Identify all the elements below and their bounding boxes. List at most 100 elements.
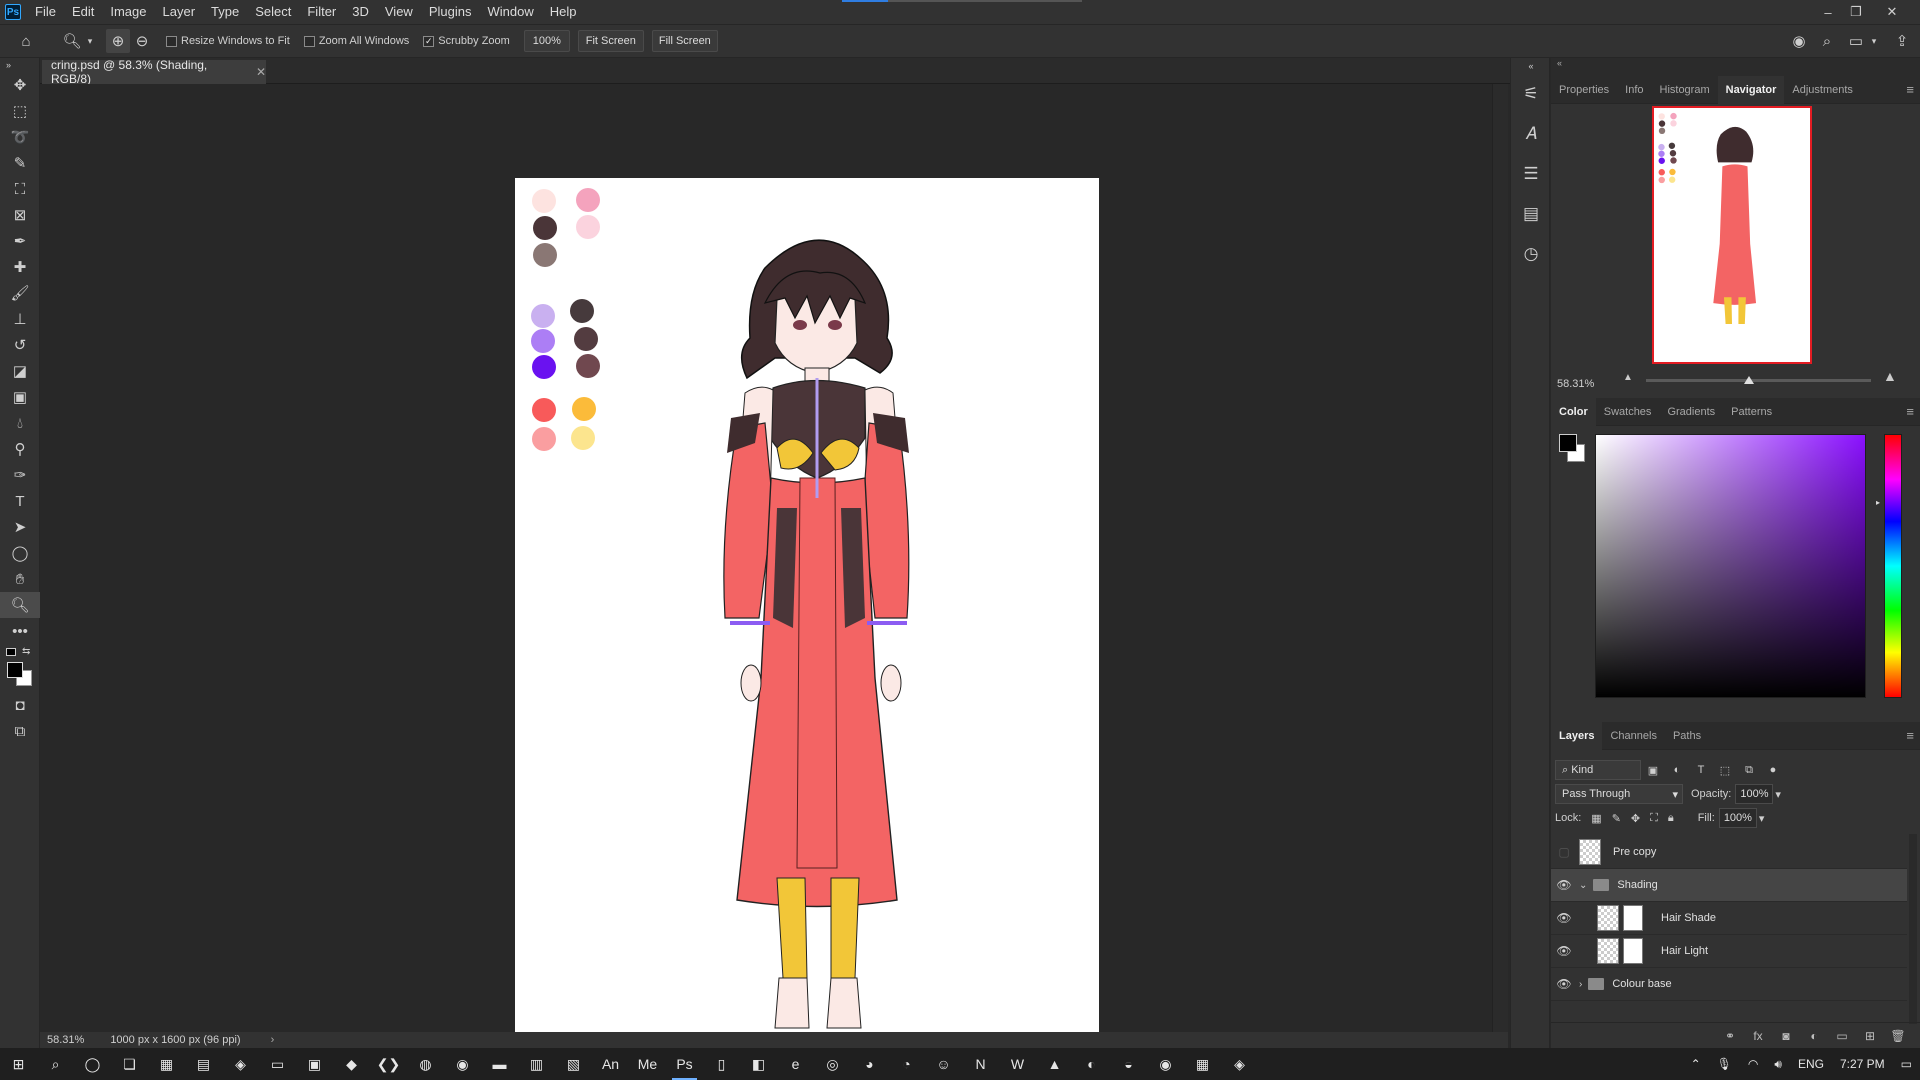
menu-plugins[interactable]: Plugins xyxy=(421,0,480,24)
menu-3d[interactable]: 3D xyxy=(344,0,377,24)
status-menu-arrow-icon[interactable]: › xyxy=(271,1034,275,1046)
menu-edit[interactable]: Edit xyxy=(64,0,102,24)
zoom-tool-icon[interactable]: 🔍︎ xyxy=(0,592,40,618)
tab-gradients[interactable]: Gradients xyxy=(1659,398,1723,426)
dodge-tool-icon[interactable]: ⚲ xyxy=(0,436,40,462)
layer-row[interactable]: ▢ Pre copy xyxy=(1551,836,1907,869)
calendar-icon[interactable]: ▦ xyxy=(1184,1048,1221,1080)
clone-stamp-tool-icon[interactable]: ⊥ xyxy=(0,306,40,332)
tab-navigator[interactable]: Navigator xyxy=(1717,75,1785,104)
app-icon[interactable]: ◧ xyxy=(740,1048,777,1080)
app-icon[interactable]: ▧ xyxy=(555,1048,592,1080)
layer-row[interactable]: 👁︎ › Colour base xyxy=(1551,968,1907,1001)
clock[interactable]: 7:27 PM xyxy=(1832,1057,1893,1071)
cortana-icon[interactable]: ◯ xyxy=(74,1048,111,1080)
zoom-in-icon[interactable]: ⊕ xyxy=(106,29,130,53)
eye-icon[interactable]: 👁︎ xyxy=(1551,911,1577,925)
app-icon[interactable]: ▲ xyxy=(1036,1048,1073,1080)
app-icon[interactable]: ▥ xyxy=(518,1048,555,1080)
brush-tool-icon[interactable]: 🖌︎ xyxy=(0,280,40,306)
terminal-icon[interactable]: ▭ xyxy=(259,1048,296,1080)
move-tool-icon[interactable]: ✥ xyxy=(0,72,40,98)
app-icon[interactable]: ◉ xyxy=(1147,1048,1184,1080)
frame-tool-icon[interactable]: ⊠ xyxy=(0,202,40,228)
eye-icon[interactable]: 👁︎ xyxy=(1551,977,1577,991)
panel-menu-icon[interactable]: ≡ xyxy=(1906,76,1914,104)
app-icon[interactable]: ▦ xyxy=(148,1048,185,1080)
filter-smart-object-icon[interactable]: ⧉ xyxy=(1737,760,1761,780)
zoom-level-field[interactable]: 58.31% xyxy=(47,1034,84,1046)
app-icon[interactable]: ▤ xyxy=(185,1048,222,1080)
zoom-in-large-icon[interactable]: ▲ xyxy=(1883,368,1897,384)
edge-icon[interactable]: ◔ xyxy=(888,1048,925,1080)
tab-color[interactable]: Color xyxy=(1551,397,1596,426)
discord-icon[interactable]: ☺ xyxy=(925,1048,962,1080)
fill-screen-button[interactable]: Fill Screen xyxy=(651,30,718,52)
eye-icon[interactable]: 👁︎ xyxy=(1551,944,1577,958)
swap-colors-icon[interactable]: ⇆ xyxy=(22,646,30,657)
more-tools-icon[interactable]: ••• xyxy=(0,618,40,644)
tab-info[interactable]: Info xyxy=(1617,76,1651,104)
quick-selection-tool-icon[interactable]: ✎ xyxy=(0,150,40,176)
resize-windows-checkbox[interactable]: Resize Windows to Fit xyxy=(166,35,290,47)
blend-mode-select[interactable]: Pass Through ▾ xyxy=(1555,784,1683,804)
panel-menu-icon[interactable]: ≡ xyxy=(1906,398,1914,426)
eye-icon[interactable]: 👁︎ xyxy=(1551,878,1577,892)
type-tool-icon[interactable]: T xyxy=(0,488,40,514)
foreground-color-swatch[interactable] xyxy=(1559,434,1577,452)
filter-pixel-icon[interactable]: ▣ xyxy=(1641,760,1665,780)
menu-view[interactable]: View xyxy=(377,0,421,24)
navigator-preview[interactable] xyxy=(1652,106,1812,364)
collapse-toolbar-icon[interactable]: » xyxy=(0,58,40,72)
chevron-down-icon[interactable]: ▾ xyxy=(1775,788,1781,801)
chevron-down-icon[interactable]: ⌄ xyxy=(1579,880,1587,891)
tab-channels[interactable]: Channels xyxy=(1602,722,1664,750)
color-swatches-tool[interactable]: ⇆ xyxy=(0,644,39,692)
add-mask-icon[interactable]: ◙ xyxy=(1772,1029,1800,1043)
app-icon[interactable]: ◐ xyxy=(1073,1048,1110,1080)
word-icon[interactable]: W xyxy=(999,1048,1036,1080)
github-icon[interactable]: ◍ xyxy=(407,1048,444,1080)
chevron-down-icon[interactable]: ▾ xyxy=(1759,812,1765,825)
restore-icon[interactable]: ❐ xyxy=(1842,0,1870,24)
notepad-icon[interactable]: ▯ xyxy=(703,1048,740,1080)
canvas-area[interactable] xyxy=(40,84,1492,1080)
collapse-panels-icon[interactable]: « xyxy=(1511,58,1551,74)
close-tab-icon[interactable]: ✕ xyxy=(256,65,266,79)
lock-position-icon[interactable]: ✥ xyxy=(1631,812,1640,825)
firefox-icon[interactable]: ◕ xyxy=(851,1048,888,1080)
tab-patterns[interactable]: Patterns xyxy=(1723,398,1780,426)
share-icon[interactable]: ⇪ xyxy=(1890,29,1914,53)
marquee-tool-icon[interactable]: ⬚ xyxy=(0,98,40,124)
tab-adjustments[interactable]: Adjustments xyxy=(1784,76,1861,104)
layer-comps-icon[interactable]: ☰ xyxy=(1511,154,1551,194)
tab-properties[interactable]: Properties xyxy=(1551,76,1617,104)
blur-tool-icon[interactable]: 💧︎ xyxy=(0,410,40,436)
ellipse-tool-icon[interactable]: ◯ xyxy=(0,540,40,566)
scrubby-zoom-checkbox[interactable]: ✓ Scrubby Zoom xyxy=(423,35,510,47)
menu-type[interactable]: Type xyxy=(203,0,247,24)
delete-layer-icon[interactable]: 🗑︎ xyxy=(1884,1029,1912,1043)
minimize-icon[interactable]: – xyxy=(1814,0,1842,24)
volume-icon[interactable]: 🔊︎ xyxy=(1766,1057,1790,1072)
brush-settings-icon[interactable]: ⚟ xyxy=(1511,74,1551,114)
search-icon[interactable]: ⌕ xyxy=(37,1048,74,1080)
filter-adjustment-icon[interactable]: ◐ xyxy=(1665,760,1689,780)
photoshop-logo-icon[interactable]: Ps xyxy=(5,4,21,20)
search-icon[interactable]: ⌕ xyxy=(1815,29,1839,53)
layer-row[interactable]: 👁︎ Hair Light xyxy=(1551,935,1907,968)
filter-type-icon[interactable]: T xyxy=(1689,760,1713,780)
lock-transparent-icon[interactable]: ▦ xyxy=(1591,812,1601,825)
workspace-icon[interactable]: ▭ xyxy=(1844,29,1868,53)
history-brush-tool-icon[interactable]: ↺ xyxy=(0,332,40,358)
lock-all-icon[interactable]: 🔒︎ xyxy=(1668,812,1674,825)
tab-paths[interactable]: Paths xyxy=(1665,722,1709,750)
zoom-tool-preset-icon[interactable]: 🔍︎ xyxy=(60,29,84,53)
menu-select[interactable]: Select xyxy=(247,0,299,24)
tab-swatches[interactable]: Swatches xyxy=(1596,398,1660,426)
edge-legacy-icon[interactable]: e xyxy=(777,1048,814,1080)
app-icon[interactable]: ◈ xyxy=(222,1048,259,1080)
visual-studio-icon[interactable]: ◆ xyxy=(333,1048,370,1080)
new-group-icon[interactable]: ▭ xyxy=(1828,1029,1856,1043)
chevron-down-icon[interactable]: ▾ xyxy=(84,29,96,53)
